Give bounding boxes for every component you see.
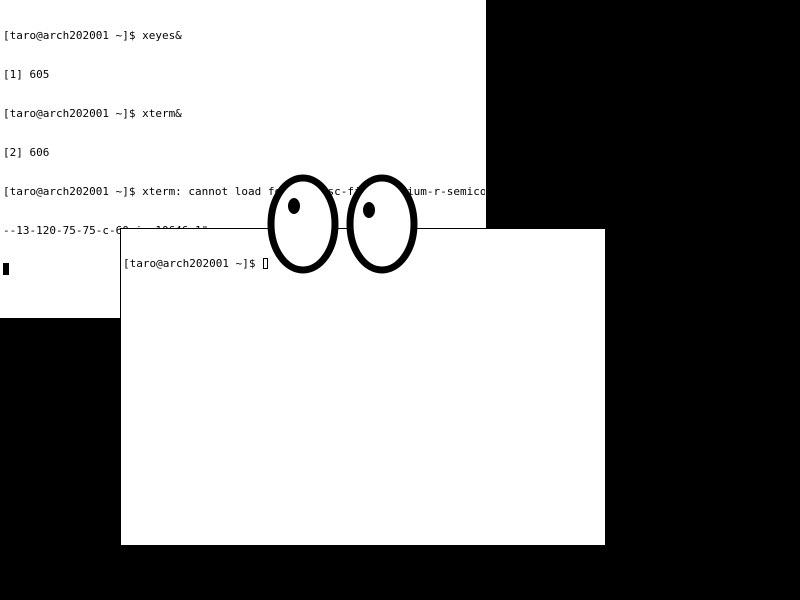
right-eye-pupil [363, 202, 375, 218]
right-eye [346, 174, 418, 274]
terminal-cursor [3, 263, 9, 275]
terminal-line: [taro@arch202001 ~]$ xeyes& [3, 29, 182, 42]
xeyes-eyes-icon[interactable] [266, 174, 418, 276]
desktop-background: [taro@arch202001 ~]$ xeyes& [1] 605 [tar… [0, 0, 800, 600]
terminal-prompt: [taro@arch202001 ~]$ [123, 257, 263, 270]
terminal-line: [taro@arch202001 ~]$ xterm& [3, 107, 182, 120]
right-eye-white [346, 174, 418, 274]
left-eye [267, 174, 339, 274]
terminal-line: [2] 606 [3, 146, 50, 159]
left-eye-white [267, 174, 339, 274]
terminal-line: [1] 605 [3, 68, 50, 81]
left-eye-pupil [288, 198, 300, 214]
